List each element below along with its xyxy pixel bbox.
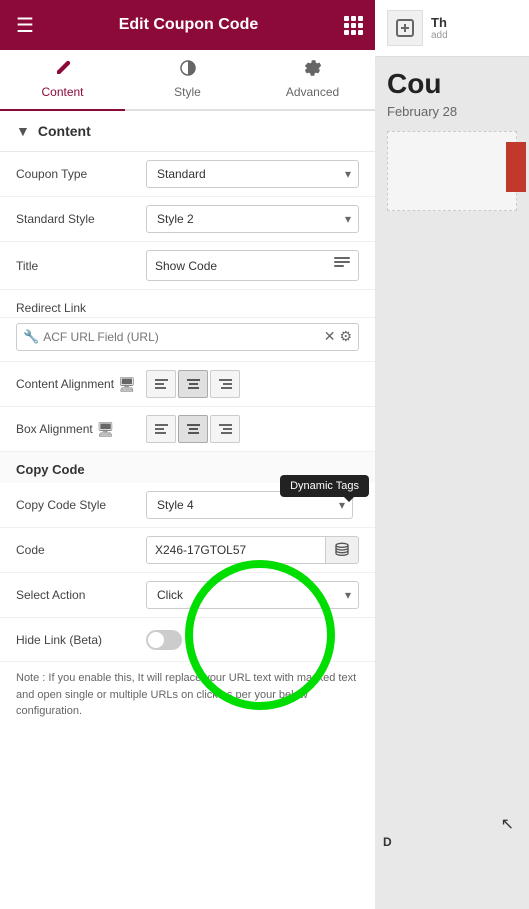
content-alignment-label: Content Alignment 🖥 <box>16 376 146 393</box>
url-clear-icon[interactable]: ✕ <box>324 328 336 345</box>
preview-heading: Cou <box>387 69 517 100</box>
title-input-wrap <box>146 250 359 281</box>
redirect-link-label: Redirect Link <box>16 301 146 315</box>
preview-bottom-area: D <box>383 835 392 849</box>
preview-icon-box <box>387 10 423 46</box>
box-alignment-row: Box Alignment 🖥 <box>0 407 375 452</box>
content-align-right-btn[interactable] <box>210 370 240 398</box>
tab-style[interactable]: Style <box>125 50 250 111</box>
box-alignment-label: Box Alignment 🖥 <box>16 421 146 438</box>
section-label: Content <box>38 123 91 139</box>
content-align-center-btn[interactable] <box>178 370 208 398</box>
standard-style-select-wrap: Style 2 <box>146 205 359 233</box>
right-preview-panel: Th add Cou February 28 D ↖ <box>375 0 529 909</box>
tab-content-label: Content <box>41 85 83 99</box>
standard-style-label: Standard Style <box>16 212 146 226</box>
copy-code-label: Copy Code <box>16 462 85 477</box>
tab-advanced-label: Advanced <box>286 85 339 99</box>
copy-code-style-row: Copy Code Style Style 4 Dynamic Tags <box>0 483 375 528</box>
hide-link-row: Hide Link (Beta) <box>0 618 375 662</box>
box-align-left-btn[interactable] <box>146 415 176 443</box>
code-input-wrap <box>146 536 359 564</box>
select-action-control: Click <box>146 581 359 609</box>
section-content-header: ▼ Content <box>0 111 375 152</box>
title-label: Title <box>16 259 146 273</box>
content-alignment-row: Content Alignment 🖥 <box>0 362 375 407</box>
panel-body: ▼ Content Coupon Type Standard Standard … <box>0 111 375 909</box>
preview-subtitle: add <box>431 30 448 41</box>
coupon-type-row: Coupon Type Standard <box>0 152 375 197</box>
select-action-select-wrap: Click <box>146 581 359 609</box>
tab-bar: Content Style Advanced <box>0 50 375 111</box>
dynamic-tags-tooltip: Dynamic Tags <box>280 475 369 497</box>
cursor-icon: ↖ <box>501 814 514 834</box>
gear-icon <box>305 60 321 81</box>
preview-title: Th <box>431 15 448 30</box>
copy-code-style-label: Copy Code Style <box>16 498 146 512</box>
header-title: Edit Coupon Code <box>119 16 259 34</box>
collapse-arrow[interactable]: ▼ <box>16 123 30 139</box>
standard-style-control: Style 2 <box>146 205 359 233</box>
hide-link-toggle[interactable] <box>146 630 182 650</box>
select-action-select[interactable]: Click <box>146 581 359 609</box>
preview-coupon-area <box>387 131 517 211</box>
standard-style-row: Standard Style Style 2 <box>0 197 375 242</box>
header: ☰ Edit Coupon Code <box>0 0 375 50</box>
coupon-type-control: Standard <box>146 160 359 188</box>
preview-coupon-red-bar <box>506 142 526 192</box>
tab-content[interactable]: Content <box>0 50 125 111</box>
preview-bottom-d: D <box>383 835 392 849</box>
code-input[interactable] <box>147 537 325 563</box>
monitor-icon-1: 🖥 <box>118 376 136 393</box>
standard-style-select[interactable]: Style 2 <box>146 205 359 233</box>
box-align-label-text: Box Alignment <box>16 422 93 436</box>
coupon-type-label: Coupon Type <box>16 167 146 181</box>
select-action-row: Select Action Click <box>0 573 375 618</box>
hide-link-control <box>146 630 359 650</box>
code-control <box>146 536 359 564</box>
code-row: Code <box>0 528 375 573</box>
url-field-wrap: 🔧 ✕ ⚙ <box>16 323 359 351</box>
code-db-icon-btn[interactable] <box>325 537 358 563</box>
hide-link-label: Hide Link (Beta) <box>16 633 146 647</box>
box-align-right-btn[interactable] <box>210 415 240 443</box>
coupon-type-select-wrap: Standard <box>146 160 359 188</box>
select-action-label: Select Action <box>16 588 146 602</box>
redirect-link-row: 🔧 ✕ ⚙ <box>0 318 375 362</box>
preview-date: February 28 <box>387 104 517 119</box>
content-alignment-control <box>146 370 359 398</box>
monitor-icon-2: 🖥 <box>97 421 115 438</box>
title-stack-icon[interactable] <box>326 251 358 280</box>
code-label: Code <box>16 543 146 557</box>
tab-style-label: Style <box>174 85 201 99</box>
copy-code-style-control: Style 4 Dynamic Tags <box>146 491 359 519</box>
url-settings-icon[interactable]: ⚙ <box>339 328 352 345</box>
grid-icon[interactable] <box>343 15 359 35</box>
preview-content: Cou February 28 <box>375 57 529 223</box>
note-text: Note : If you enable this, It will repla… <box>0 662 375 728</box>
content-align-label-text: Content Alignment <box>16 377 114 391</box>
coupon-type-select[interactable]: Standard <box>146 160 359 188</box>
url-actions: ✕ ⚙ <box>324 328 352 345</box>
title-row: Title <box>0 242 375 290</box>
hamburger-icon[interactable]: ☰ <box>16 13 34 38</box>
pencil-icon <box>55 60 71 81</box>
redirect-link-label-row: Redirect Link <box>0 290 375 318</box>
content-align-left-btn[interactable] <box>146 370 176 398</box>
preview-title-block: Th add <box>431 15 448 41</box>
style-icon <box>180 60 196 81</box>
dynamic-tags-text: Dynamic Tags <box>290 480 359 492</box>
box-align-center-btn[interactable] <box>178 415 208 443</box>
tab-advanced[interactable]: Advanced <box>250 50 375 111</box>
redirect-link-control: 🔧 ✕ ⚙ <box>16 323 359 351</box>
hide-link-toggle-wrap <box>146 630 182 650</box>
wrench-icon: 🔧 <box>23 329 39 345</box>
redirect-link-input[interactable] <box>43 324 320 350</box>
title-control <box>146 250 359 281</box>
preview-top-bar: Th add <box>375 0 529 57</box>
box-alignment-control <box>146 415 359 443</box>
title-input[interactable] <box>147 253 326 279</box>
